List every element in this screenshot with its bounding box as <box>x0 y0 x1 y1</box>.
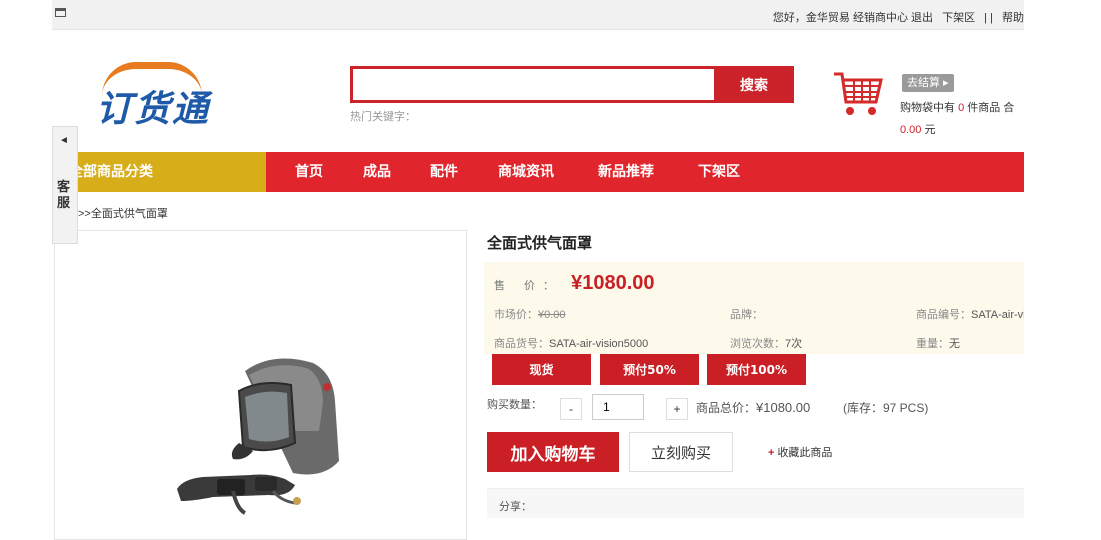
cart-count: 0 <box>958 102 965 114</box>
weight: 重量：无 <box>916 335 960 351</box>
weight-label: 重量： <box>916 338 949 350</box>
sku-value: SATA-air-vision5000 <box>549 338 649 350</box>
pay-option-prepay-50[interactable]: 预付50% <box>600 354 699 385</box>
views-value: 7次 <box>785 338 803 350</box>
sale-price-label: 售 价： <box>494 280 563 292</box>
search-bar: 搜索 <box>350 66 795 103</box>
stock-info: (库存：97 PCS) <box>843 401 929 415</box>
market-price: 市场价：¥0.00 <box>494 306 566 322</box>
logo-text: 订货通 <box>96 88 211 129</box>
total-price: 商品总价：¥1080.00 <box>696 399 810 416</box>
window-icon <box>55 8 66 17</box>
top-bar: 您好，金华贸易 经销商中心 退出 下架区 | | 帮助 <box>52 0 1024 30</box>
quantity-label: 购买数量： <box>487 399 542 411</box>
favorite-link[interactable]: + 收藏此商品 <box>768 444 832 460</box>
quantity-increase-button[interactable]: + <box>666 398 688 420</box>
nav-item-parts[interactable]: 配件 <box>430 152 458 192</box>
site-logo[interactable]: 订货通 <box>90 62 240 129</box>
product-title: 全面式供气面罩 <box>487 235 593 252</box>
add-favorite-icon: + <box>768 447 775 459</box>
view-count: 浏览次数：7次 <box>730 335 802 351</box>
shopping-cart-icon[interactable] <box>832 68 884 120</box>
product-code: 商品编号：SATA-air-vision50 <box>916 306 1024 322</box>
quantity-decrease-button[interactable]: - <box>560 398 582 420</box>
hot-keywords: 热门关键字： <box>350 111 416 123</box>
product-image-frame <box>54 230 467 540</box>
customer-service-tab[interactable]: ◄ 客服 <box>52 126 78 244</box>
top-links: 您好，金华贸易 经销商中心 退出 下架区 | | 帮助 <box>767 9 1024 25</box>
cart-prefix: 购物袋中有 <box>900 102 955 114</box>
views-label: 浏览次数： <box>730 338 785 350</box>
separator: | | <box>984 12 993 24</box>
pay-option-in-stock[interactable]: 现货 <box>492 354 591 385</box>
add-to-cart-button[interactable]: 加入购物车 <box>487 432 619 472</box>
customer-service-label: 客服 <box>57 179 71 210</box>
breadcrumb[interactable]: >>全面式供气面罩 <box>78 205 168 221</box>
nav-item-news[interactable]: 商城资讯 <box>498 152 554 192</box>
nav-item-new-arrivals[interactable]: 新品推荐 <box>598 152 654 192</box>
main-nav: 全部商品分类 首页 成品 配件 商城资讯 新品推荐 下架区 <box>52 152 1024 192</box>
cart-suffix: 件商品 合 <box>967 102 1015 114</box>
sku-label: 商品货号： <box>494 338 549 350</box>
pay-option-prepay-100[interactable]: 预付100% <box>707 354 806 385</box>
quantity-input[interactable] <box>592 394 644 420</box>
user-greeting-link[interactable]: 您好，金华贸易 经销商中心 退出 <box>773 12 933 24</box>
search-button[interactable]: 搜索 <box>714 66 794 103</box>
product-code-label: 商品编号： <box>916 309 971 321</box>
cart-total-unit: 元 <box>924 124 936 136</box>
product-sku: 商品货号：SATA-air-vision5000 <box>494 335 648 351</box>
nav-item-offshelf[interactable]: 下架区 <box>698 152 740 192</box>
cart-total: 0.00 元 <box>900 121 935 137</box>
brand-label: 品牌： <box>730 309 763 321</box>
market-price-label: 市场价： <box>494 309 538 321</box>
market-price-value: ¥0.00 <box>538 309 566 321</box>
store-page: 您好，金华贸易 经销商中心 退出 下架区 | | 帮助 订货通 搜索 热门关键字… <box>52 0 1024 540</box>
total-price-value: ¥1080.00 <box>756 400 811 415</box>
respirator-mask-image[interactable] <box>173 351 363 521</box>
brand: 品牌： <box>730 306 763 322</box>
all-categories-menu[interactable]: 全部商品分类 <box>52 152 266 192</box>
offshelf-link[interactable]: 下架区 <box>942 12 975 24</box>
sale-price: ¥1080.00 <box>571 272 655 294</box>
nav-item-home[interactable]: 首页 <box>295 152 323 192</box>
price-info-box: 售 价： ¥1080.00 市场价：¥0.00 品牌： 商品编号：SATA-ai… <box>484 262 1024 354</box>
cart-summary: 购物袋中有 0 件商品 合 <box>900 99 1014 115</box>
checkout-button[interactable]: 去结算 ▸ <box>902 74 954 92</box>
weight-value: 无 <box>949 338 960 350</box>
product-code-value: SATA-air-vision50 <box>971 309 1024 321</box>
total-price-label: 商品总价： <box>696 401 757 415</box>
search-input[interactable] <box>350 66 716 103</box>
nav-item-products[interactable]: 成品 <box>363 152 391 192</box>
cart-total-amount: 0.00 <box>900 124 922 136</box>
sale-price-row: 售 价： ¥1080.00 <box>494 272 655 295</box>
collapse-arrow-icon[interactable]: ◄ <box>59 135 69 146</box>
favorite-label: 收藏此商品 <box>777 447 833 459</box>
share-bar: 分享： <box>487 488 1024 518</box>
help-link[interactable]: 帮助 <box>1002 12 1024 24</box>
share-label: 分享： <box>499 501 532 513</box>
buy-now-button[interactable]: 立刻购买 <box>629 432 733 472</box>
